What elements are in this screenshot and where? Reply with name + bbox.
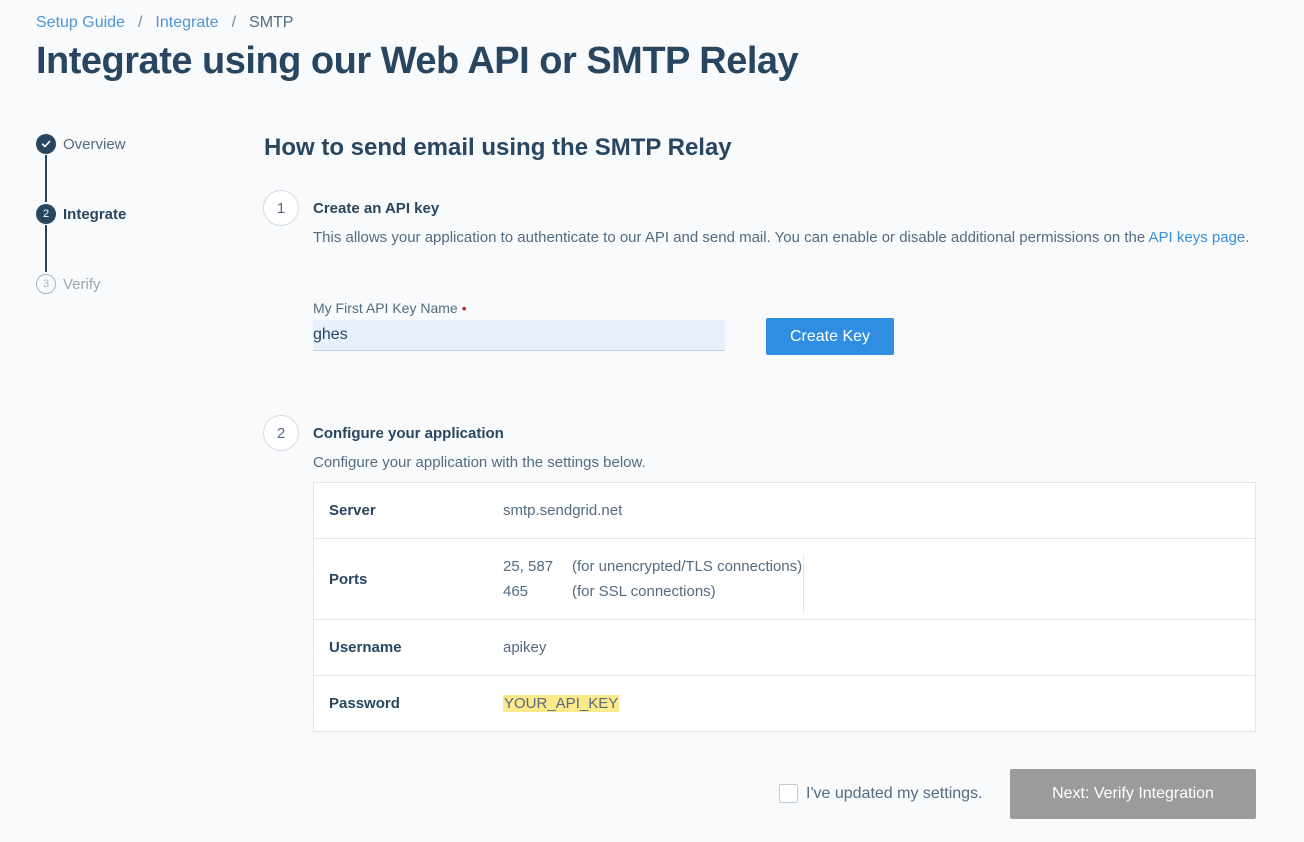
- breadcrumb-separator: /: [231, 14, 237, 31]
- section-title: How to send email using the SMTP Relay: [264, 134, 732, 161]
- table-row: Ports 25, 587 (for unencrypted/TLS conne…: [314, 539, 1255, 620]
- step-number: 3: [36, 274, 56, 294]
- check-icon: [36, 134, 56, 154]
- setting-value: apikey: [503, 639, 547, 656]
- settings-updated-checkbox-wrapper[interactable]: I've updated my settings.: [779, 784, 982, 803]
- port-numbers: 25, 587: [503, 557, 554, 575]
- port-note: (for SSL connections): [572, 582, 716, 600]
- stepper-connector: [45, 155, 47, 202]
- step-label: Integrate: [63, 205, 127, 223]
- page-title: Integrate using our Web API or SMTP Rela…: [36, 40, 799, 82]
- table-row: Server smtp.sendgrid.net: [314, 483, 1255, 539]
- step1-description: This allows your application to authenti…: [313, 227, 1263, 249]
- step-number-badge: 1: [263, 190, 299, 226]
- setting-key: Server: [329, 502, 376, 519]
- breadcrumb-current: SMTP: [249, 14, 294, 31]
- breadcrumb-setup-guide[interactable]: Setup Guide: [36, 14, 125, 32]
- description-period: .: [1245, 229, 1250, 246]
- field-label-text: My First API Key Name: [313, 300, 458, 316]
- ports-list: 25, 587 (for unencrypted/TLS connections…: [503, 555, 805, 613]
- step2-description: Configure your application with the sett…: [313, 454, 646, 471]
- setting-key: Username: [329, 639, 402, 656]
- breadcrumb-integrate[interactable]: Integrate: [155, 14, 218, 32]
- api-key-name-input[interactable]: [313, 320, 725, 351]
- step-number: 2: [36, 204, 56, 224]
- stepper-connector: [45, 225, 47, 272]
- step-number-badge: 2: [263, 415, 299, 451]
- setting-value: smtp.sendgrid.net: [503, 502, 623, 519]
- api-keys-page-link[interactable]: API keys page: [1149, 229, 1246, 246]
- setting-key: Password: [329, 695, 400, 712]
- password-placeholder-value: YOUR_API_KEY: [503, 695, 620, 712]
- checkbox-label[interactable]: I've updated my settings.: [806, 785, 982, 803]
- step-label: Verify: [63, 275, 101, 293]
- table-row: Username apikey: [314, 620, 1255, 676]
- port-numbers: 465: [503, 582, 529, 600]
- step-integrate[interactable]: 2 Integrate: [36, 204, 126, 224]
- setting-key: Ports: [329, 570, 368, 588]
- step-verify: 3 Verify: [36, 274, 101, 294]
- port-note: (for unencrypted/TLS connections): [572, 557, 803, 575]
- api-key-name-label: My First API Key Name •: [313, 300, 467, 316]
- step-overview[interactable]: Overview: [36, 134, 126, 154]
- breadcrumb: Setup Guide / Integrate / SMTP: [36, 14, 293, 32]
- breadcrumb-separator: /: [137, 14, 143, 31]
- step2-heading: Configure your application: [313, 425, 504, 442]
- table-row: Password YOUR_API_KEY: [314, 676, 1255, 731]
- create-key-button[interactable]: Create Key: [766, 318, 894, 355]
- step1-heading: Create an API key: [313, 200, 440, 217]
- settings-updated-checkbox[interactable]: [779, 784, 798, 803]
- next-verify-integration-button[interactable]: Next: Verify Integration: [1010, 769, 1256, 819]
- step-label: Overview: [63, 135, 126, 153]
- step1-description-text: This allows your application to authenti…: [313, 229, 1146, 246]
- smtp-settings-table: Server smtp.sendgrid.net Ports 25, 587 (…: [313, 482, 1256, 732]
- required-indicator: •: [461, 300, 467, 316]
